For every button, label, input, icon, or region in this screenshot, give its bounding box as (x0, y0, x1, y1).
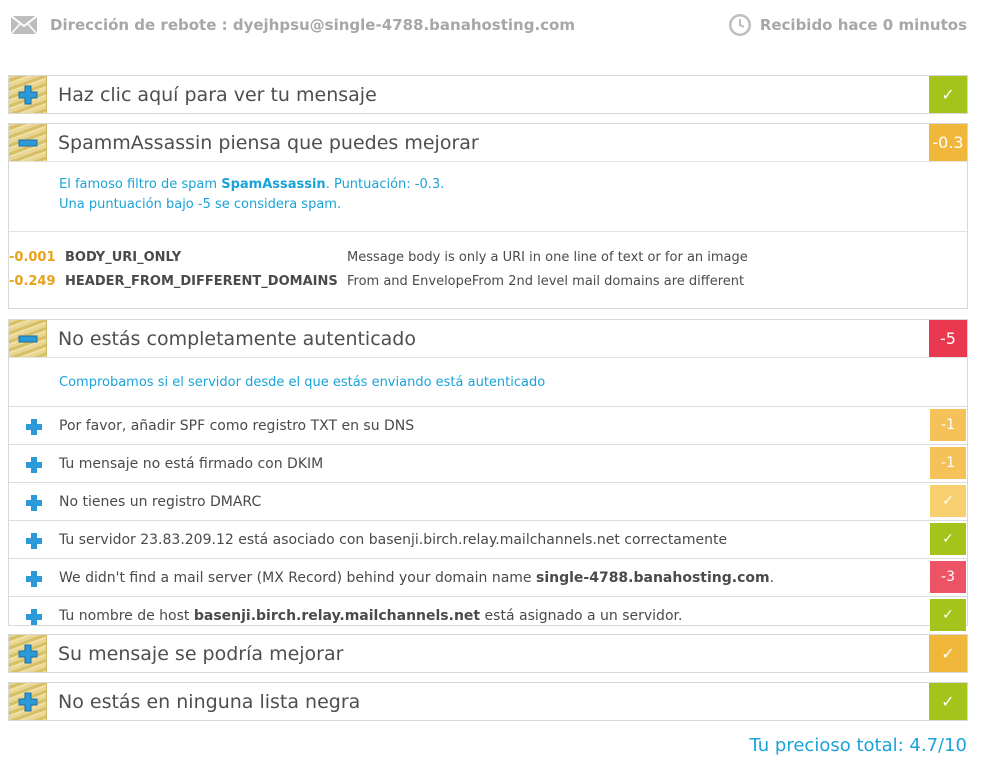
intro-bold: SpamAssassin (221, 177, 326, 192)
item-text: . (769, 570, 775, 586)
rule-name: HEADER_FROM_DIFFERENT_DOMAINS (65, 273, 338, 289)
section-score-badge: ✓ (929, 76, 967, 113)
item-text: Por favor, añadir SPF como registro TXT … (59, 418, 415, 434)
item-bold: single-4788.banahosting.com (535, 570, 770, 586)
section-blacklist[interactable]: No estás en ninguna lista negra ✓ (8, 682, 968, 721)
score-value: -1 (941, 417, 955, 433)
received-time-label: Recibido hace 0 minutos (759, 16, 967, 34)
section-header[interactable]: Su mensaje se podría mejorar ✓ (9, 635, 967, 672)
section-title: No estás en ninguna lista negra (58, 691, 361, 713)
item-bold: basenji.birch.relay.mailchannels.net (193, 608, 481, 624)
section-spamassassin[interactable]: SpammAssassin piensa que puedes mejorar … (8, 123, 968, 309)
plus-icon[interactable] (25, 532, 43, 550)
total-score: Tu precioso total: 4.7/10 (749, 735, 967, 756)
intro-line: El famoso filtro de spam SpamAssassin. P… (59, 175, 967, 195)
clock-icon (728, 14, 751, 36)
plus-icon[interactable] (9, 635, 47, 672)
section-header[interactable]: SpammAssassin piensa que puedes mejorar … (9, 124, 967, 161)
spamassassin-intro: El famoso filtro de spam SpamAssassin. P… (9, 161, 967, 231)
item-score-badge: -1 (930, 447, 966, 479)
section-view-message[interactable]: Haz clic aquí para ver tu mensaje ✓ (8, 75, 968, 114)
plus-icon[interactable] (25, 456, 43, 474)
rule-score: -0.249 (9, 273, 56, 289)
auth-item-label: Tu servidor 23.83.209.12 está asociado c… (59, 532, 727, 548)
check-icon: ✓ (942, 493, 954, 509)
auth-item-spf[interactable]: Por favor, añadir SPF como registro TXT … (9, 406, 967, 444)
auth-item-dmarc[interactable]: No tienes un registro DMARC ✓ (9, 482, 967, 520)
plus-icon[interactable] (25, 494, 43, 512)
section-header[interactable]: No estás en ninguna lista negra ✓ (9, 683, 967, 720)
section-title: No estás completamente autenticado (58, 328, 416, 350)
section-score-badge: -0.3 (929, 124, 967, 161)
item-text: está asignado a un servidor. (480, 608, 683, 624)
item-text: Tu servidor 23.83.209.12 está asociado c… (59, 532, 728, 548)
rule-score: -0.001 (9, 249, 56, 265)
rule-name: BODY_URI_ONLY (65, 249, 182, 265)
check-icon: ✓ (941, 692, 955, 711)
minus-icon[interactable] (9, 320, 47, 357)
section-message-improve[interactable]: Su mensaje se podría mejorar ✓ (8, 634, 968, 673)
item-text: Tu nombre de host (59, 608, 194, 624)
check-icon: ✓ (942, 531, 954, 547)
plus-icon[interactable] (9, 76, 47, 113)
envelope-icon (10, 15, 38, 35)
bounce-address: Dirección de rebote : dyejhpsu@single-47… (10, 15, 575, 35)
item-score-badge: -1 (930, 409, 966, 441)
score-value: -5 (940, 329, 956, 348)
minus-icon[interactable] (9, 124, 47, 161)
item-text: No tienes un registro DMARC (59, 494, 262, 510)
top-bar: Dirección de rebote : dyejhpsu@single-47… (0, 0, 987, 56)
item-score-badge: ✓ (930, 599, 966, 631)
section-authentication[interactable]: No estás completamente autenticado -5 Co… (8, 319, 968, 631)
check-icon: ✓ (942, 607, 954, 623)
item-score-badge: ✓ (930, 523, 966, 555)
plus-icon[interactable] (9, 683, 47, 720)
section-score-badge: -5 (929, 320, 967, 357)
score-value: -1 (941, 455, 955, 471)
section-header[interactable]: Haz clic aquí para ver tu mensaje ✓ (9, 76, 967, 113)
item-text: Tu mensaje no está firmado con DKIM (59, 456, 324, 472)
score-value: -0.3 (932, 133, 964, 152)
score-value: -3 (941, 569, 955, 585)
bounce-address-label: Dirección de rebote : dyejhpsu@single-47… (50, 16, 575, 34)
auth-item-mx-record[interactable]: We didn't find a mail server (MX Record)… (9, 558, 967, 596)
item-score-badge: -3 (930, 561, 966, 593)
auth-item-label: Tu nombre de host basenji.birch.relay.ma… (59, 608, 682, 624)
rule-description: Message body is only a URI in one line o… (347, 249, 748, 265)
auth-item-dkim[interactable]: Tu mensaje no está firmado con DKIM -1 (9, 444, 967, 482)
section-score-badge: ✓ (929, 683, 967, 720)
intro-text: El famoso filtro de spam (59, 177, 222, 192)
auth-item-label: Tu mensaje no está firmado con DKIM (59, 456, 323, 472)
rule-row: -0.249 HEADER_FROM_DIFFERENT_DOMAINS Fro… (9, 269, 967, 293)
received-time: Recibido hace 0 minutos (728, 13, 967, 37)
check-icon: ✓ (941, 644, 955, 663)
rule-row: -0.001 BODY_URI_ONLY Message body is onl… (9, 245, 967, 269)
auth-item-label: We didn't find a mail server (MX Record)… (59, 570, 774, 586)
auth-intro: Comprobamos si el servidor desde el que … (9, 357, 967, 406)
section-title: Haz clic aquí para ver tu mensaje (58, 84, 377, 106)
item-score-badge: ✓ (930, 485, 966, 517)
section-score-badge: ✓ (929, 635, 967, 672)
auth-item-label: No tienes un registro DMARC (59, 494, 261, 510)
plus-icon[interactable] (25, 608, 43, 626)
section-header[interactable]: No estás completamente autenticado -5 (9, 320, 967, 357)
section-title: Su mensaje se podría mejorar (58, 643, 344, 665)
auth-item-hostname[interactable]: Tu nombre de host basenji.birch.relay.ma… (9, 596, 967, 634)
intro-line: Comprobamos si el servidor desde el que … (59, 375, 546, 390)
auth-item-label: Por favor, añadir SPF como registro TXT … (59, 418, 414, 434)
intro-text: . Puntuación: -0.3. (325, 177, 445, 192)
section-title: SpammAssassin piensa que puedes mejorar (58, 132, 479, 154)
plus-icon[interactable] (25, 570, 43, 588)
item-text: We didn't find a mail server (MX Record)… (59, 570, 536, 586)
auth-item-reverse-dns[interactable]: Tu servidor 23.83.209.12 está asociado c… (9, 520, 967, 558)
rule-description: From and EnvelopeFrom 2nd level mail dom… (347, 273, 745, 289)
rules-list: -0.001 BODY_URI_ONLY Message body is onl… (9, 231, 967, 293)
check-icon: ✓ (941, 85, 955, 104)
intro-line: Una puntuación bajo -5 se considera spam… (59, 197, 342, 212)
plus-icon[interactable] (25, 418, 43, 436)
